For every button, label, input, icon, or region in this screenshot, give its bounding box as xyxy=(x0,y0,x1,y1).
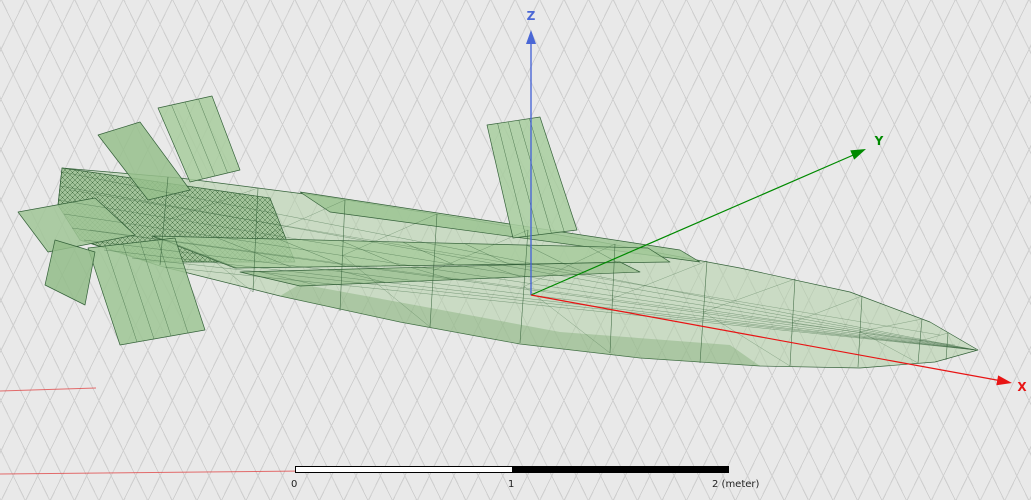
scale-bar-segment-white xyxy=(295,466,513,473)
scale-label-2: 2 (meter) xyxy=(712,479,759,490)
x-axis-label: X xyxy=(1017,380,1027,394)
grid-red-line xyxy=(0,388,96,391)
grid-accent-lines xyxy=(0,388,305,474)
grid-red-line xyxy=(0,471,305,474)
x-axis-arrowhead-icon xyxy=(996,375,1013,388)
z-axis-arrowhead-icon xyxy=(526,30,536,44)
scale-label-0: 0 xyxy=(291,479,297,490)
missile-model[interactable] xyxy=(18,96,978,368)
z-axis-label: Z xyxy=(527,9,536,23)
scene-canvas: Z Y X xyxy=(0,0,1031,500)
scale-bar xyxy=(295,466,729,473)
y-axis-label: Y xyxy=(874,134,884,148)
scale-label-1: 1 xyxy=(508,479,514,490)
tail-fin-lower-rear xyxy=(45,240,95,305)
y-axis-arrowhead-icon xyxy=(850,144,868,159)
scale-bar-segment-black xyxy=(513,466,730,473)
viewport-3d[interactable]: Z Y X 0 1 2 (meter) xyxy=(0,0,1031,500)
